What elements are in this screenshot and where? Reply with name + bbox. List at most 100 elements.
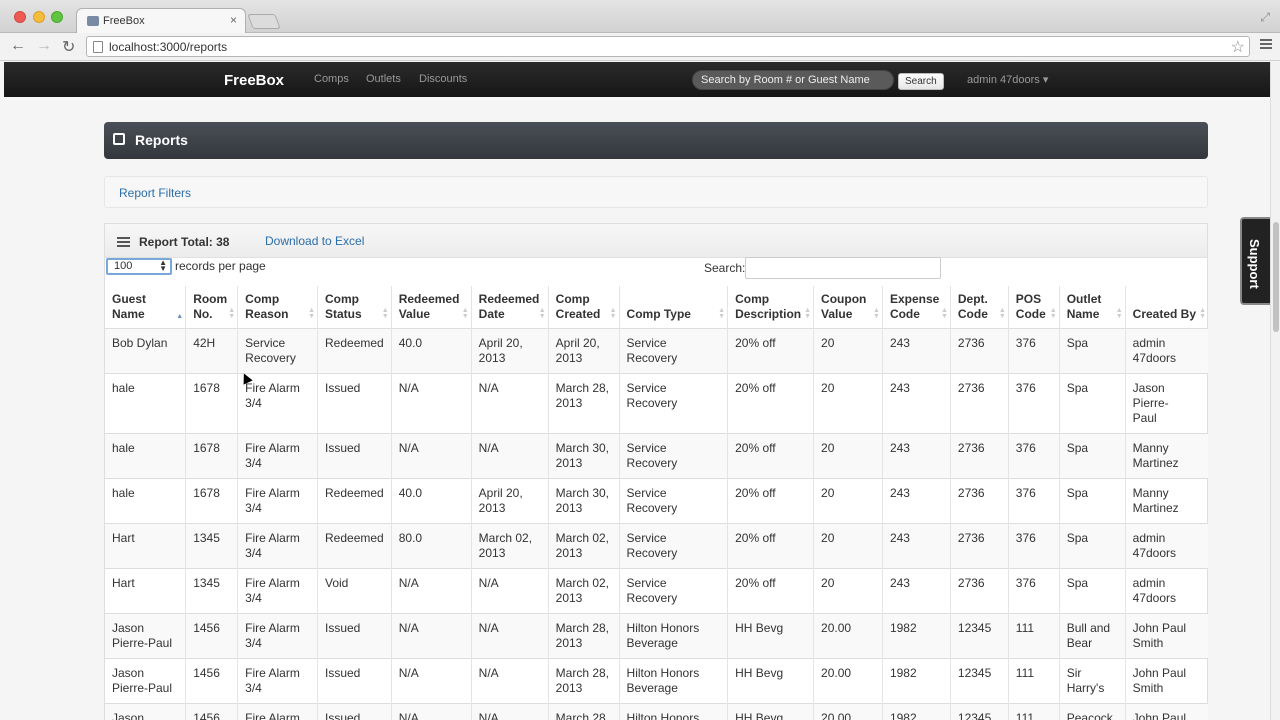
column-header-comp-type[interactable]: Comp Type ▲ ▼ bbox=[618, 286, 728, 329]
tab-close-icon[interactable]: × bbox=[230, 13, 237, 27]
cell-pos-code: 376 bbox=[1007, 523, 1060, 569]
cell-comp-reason: Fire Alarm3/4 bbox=[237, 568, 318, 614]
nav-link-discounts[interactable]: Discounts bbox=[419, 73, 467, 85]
column-header-room-no[interactable]: Room No. ▲ ▼ bbox=[185, 286, 238, 329]
column-header-coupon-value[interactable]: Coupon Value ▲ ▼ bbox=[813, 286, 883, 329]
brand-logo[interactable]: FreeBox bbox=[224, 72, 284, 89]
cell-text: 3/4 bbox=[245, 396, 262, 410]
browser-tab-bar: FreeBox × ⤢ bbox=[0, 0, 1280, 34]
cell-comp-reason: Fire Alarm3/4 bbox=[237, 613, 318, 659]
cell-text: Fire Alarm bbox=[245, 441, 300, 455]
cell-comp-type: Service Recovery bbox=[618, 568, 728, 614]
cell-text: Fire Alarm bbox=[245, 711, 300, 720]
column-header-text: Comp bbox=[555, 292, 590, 306]
fullscreen-icon[interactable]: ⤢ bbox=[1260, 10, 1270, 25]
zoom-window-button[interactable] bbox=[51, 11, 63, 23]
cell-text: hale bbox=[112, 441, 135, 455]
table-row[interactable]: hale 1678 Fire Alarm 3/4 Redeemed 40.0 April 2… bbox=[105, 478, 1208, 524]
cell-comp-reason: Fire Alarm3/4 bbox=[237, 703, 318, 720]
close-window-button[interactable] bbox=[14, 11, 26, 23]
table-row[interactable]: JasonPierre-Paul 1456 Fire Alarm3/4 Issued N… bbox=[105, 658, 1208, 704]
support-label: Support bbox=[1247, 239, 1262, 289]
column-header-comp-created[interactable]: Comp Created ▲ ▼ bbox=[547, 286, 620, 329]
table-search-input[interactable] bbox=[745, 257, 941, 279]
column-header-outlet-name[interactable]: Outlet Name ▲ ▼ bbox=[1058, 286, 1126, 329]
column-header-guest-name[interactable]: Guest Name ▲ bbox=[105, 286, 186, 329]
table-row[interactable]: JasonPierre-Paul 1456 Fire Alarm3/4 Issued N… bbox=[105, 703, 1208, 720]
cell-redeemed-value: N/A bbox=[390, 433, 472, 479]
sort-icon: ▲ ▼ bbox=[308, 307, 315, 320]
search-button[interactable]: Search bbox=[898, 73, 944, 90]
user-menu[interactable]: admin 47doors ▾ bbox=[967, 73, 1048, 86]
cell-outlet-name: Spa bbox=[1058, 568, 1126, 614]
cell-text: Beverage bbox=[626, 681, 678, 695]
cell-text: Service Recovery bbox=[626, 441, 678, 470]
report-filters-link[interactable]: Report Filters bbox=[119, 186, 191, 200]
new-tab-button[interactable] bbox=[247, 14, 281, 29]
column-header-comp-description[interactable]: Comp Description ▲ ▼ bbox=[727, 286, 814, 329]
reload-icon[interactable]: ↻ bbox=[62, 37, 75, 57]
cell-text: N/A bbox=[398, 666, 419, 680]
table-row[interactable]: Bob Dylan 42H Service Recovery Redeemed 40.0 A… bbox=[105, 328, 1208, 374]
cell-text: 2013 bbox=[555, 636, 583, 650]
cell-guest-name: hale bbox=[105, 373, 186, 434]
cell-dept-code: 12345 bbox=[949, 658, 1009, 704]
table-row[interactable]: hale 1678 Fire Alarm 3/4 Issued N/A N/A March 2… bbox=[105, 373, 1208, 434]
cell-text: 42H bbox=[193, 336, 216, 350]
table-header-row: Guest Name ▲ Room No. ▲ ▼ Comp Reason ▲ ▼ Comp Statu… bbox=[105, 286, 1208, 329]
report-panel-header: Report Total: 38 Download to Excel bbox=[105, 224, 1207, 258]
column-header-created-by[interactable]: Created By ▲ ▼ bbox=[1124, 286, 1208, 329]
cell-comp-description: HH Bevg bbox=[727, 613, 814, 659]
url-text[interactable]: localhost:3000/reports bbox=[109, 40, 227, 54]
cell-text: Service Recovery bbox=[626, 381, 678, 410]
cell-dept-code: 12345 bbox=[949, 613, 1009, 659]
column-header-comp-reason[interactable]: Comp Reason ▲ ▼ bbox=[237, 286, 318, 329]
cell-comp-reason: Fire Alarm3/4 bbox=[237, 523, 318, 569]
nav-link-comps[interactable]: Comps bbox=[314, 73, 349, 85]
cell-text: N/A bbox=[478, 711, 499, 720]
cell-comp-description: 20% off bbox=[727, 373, 814, 434]
column-header-redeemed-date[interactable]: Redeemed Date ▲ ▼ bbox=[470, 286, 549, 329]
table-row[interactable]: hale 1678 Fire Alarm 3/4 Issued N/A N/A March 3… bbox=[105, 433, 1208, 479]
column-header-expense-code[interactable]: Expense Code ▲ ▼ bbox=[881, 286, 951, 329]
scrollbar-thumb[interactable] bbox=[1273, 222, 1279, 332]
cell-outlet-name: Spa bbox=[1058, 433, 1126, 479]
download-excel-link[interactable]: Download to Excel bbox=[265, 234, 364, 248]
sort-icon: ▲ ▼ bbox=[998, 307, 1006, 320]
cell-room-no: 1678 bbox=[185, 478, 238, 524]
cell-text: Fire Alarm bbox=[245, 666, 300, 680]
cell-comp-status: Issued bbox=[317, 433, 392, 479]
sort-icon: ▲ ▼ bbox=[804, 307, 812, 320]
page-scrollbar[interactable] bbox=[1270, 62, 1280, 720]
cell-text: 111 bbox=[1015, 666, 1035, 680]
table-row[interactable]: JasonPierre-Paul 1456 Fire Alarm3/4 Issued N… bbox=[105, 613, 1208, 659]
cell-room-no: 1456 bbox=[185, 613, 238, 659]
forward-icon[interactable]: → bbox=[36, 37, 52, 55]
bookmark-star-icon[interactable]: ☆ bbox=[1231, 37, 1245, 57]
cell-text: Bob Dylan bbox=[112, 336, 168, 350]
report-panel: Report Total: 38 Download to Excel 100 ▲… bbox=[104, 223, 1208, 720]
column-header-comp-status[interactable]: Comp Status ▲ ▼ bbox=[317, 286, 392, 329]
minimize-window-button[interactable] bbox=[33, 11, 45, 23]
cell-text: 2013 bbox=[555, 546, 583, 560]
browser-menu-icon[interactable] bbox=[1260, 39, 1272, 51]
guest-search-input[interactable]: Search by Room # or Guest Name bbox=[692, 70, 894, 90]
table-row[interactable]: Hart 1345 Fire Alarm 3/4 Void N/A N/A March 02,… bbox=[105, 568, 1208, 614]
address-bar[interactable]: localhost:3000/reports ☆ bbox=[86, 36, 1250, 57]
cell-redeemed-value: N/A bbox=[390, 568, 472, 614]
cell-comp-reason: Fire Alarm3/4 bbox=[237, 658, 318, 704]
column-header-redeemed-value[interactable]: Redeemed Value ▲ ▼ bbox=[390, 286, 472, 329]
cell-text: 20% off bbox=[735, 576, 776, 590]
records-per-page-select[interactable]: 100 ▲ ▼ bbox=[106, 258, 172, 275]
cell-text: admin bbox=[1132, 576, 1166, 590]
column-header-pos-code[interactable]: POS Code ▲ ▼ bbox=[1007, 286, 1060, 329]
browser-tab[interactable]: FreeBox × bbox=[76, 8, 246, 34]
nav-link-outlets[interactable]: Outlets bbox=[366, 73, 401, 85]
back-icon[interactable]: ← bbox=[10, 37, 26, 55]
cell-text: Spa bbox=[1066, 336, 1089, 350]
table-row[interactable]: Hart 1345 Fire Alarm 3/4 Redeemed 80.0 March 0… bbox=[105, 523, 1208, 569]
column-header-text: Comp bbox=[325, 292, 359, 306]
column-header-dept-code[interactable]: Dept. Code ▲ ▼ bbox=[949, 286, 1009, 329]
cell-text: 20 bbox=[821, 576, 835, 590]
cell-text: 3/4 bbox=[245, 591, 262, 605]
